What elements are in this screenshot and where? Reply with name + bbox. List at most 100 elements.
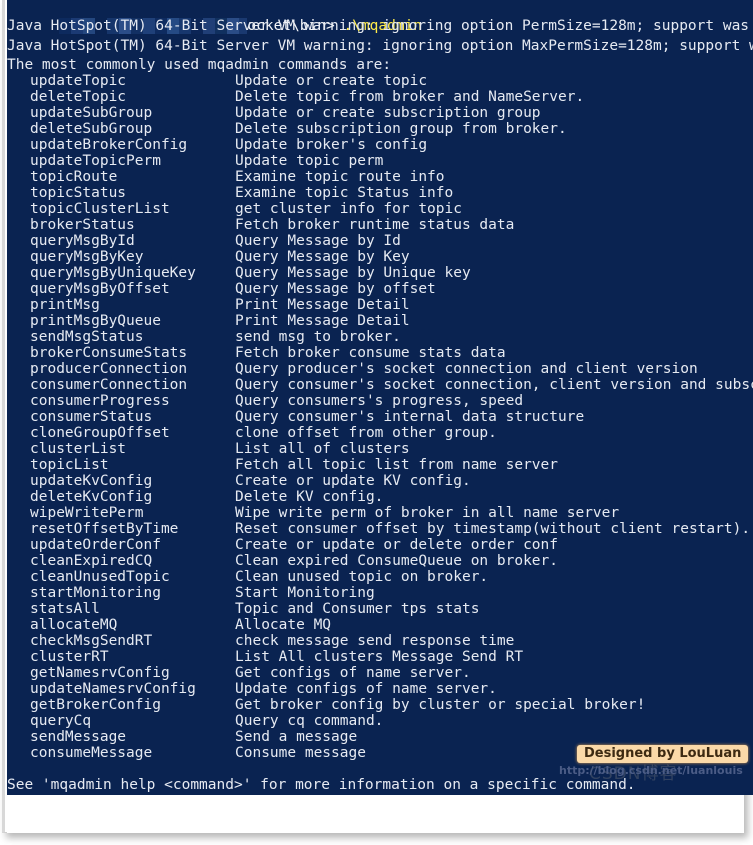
- command-description: Get broker config by cluster or special …: [235, 697, 646, 713]
- command-row: sendMsgStatus send msg to broker.: [7, 329, 401, 345]
- command-description: Allocate MQ: [235, 617, 332, 633]
- command-name: printMsg: [30, 297, 100, 313]
- command-name: sendMessage: [30, 729, 127, 745]
- command-description: Fetch broker runtime status data: [235, 217, 515, 233]
- command-description: Query consumers's progress, speed: [235, 393, 524, 409]
- command-row: sendMessage Send a message: [7, 729, 357, 745]
- prompt-line: ocket\bin> .\mqadmin: [7, 2, 422, 34]
- command-name: clusterRT: [30, 649, 109, 665]
- command-description: Clean expired ConsumeQueue on broker.: [235, 553, 559, 569]
- command-name: statsAll: [30, 601, 100, 617]
- command-description: Delete subscription group from broker.: [235, 121, 567, 137]
- command-name: deleteKvConfig: [30, 489, 153, 505]
- command-name: brokerStatus: [30, 217, 135, 233]
- command-row: producerConnection Query producer's socke…: [7, 361, 698, 377]
- command-row: startMonitoring Start Monitoring: [7, 585, 375, 601]
- command-name: queryCq: [30, 713, 92, 729]
- command-row: checkMsgSendRT check message send respons…: [7, 633, 514, 649]
- command-name: consumeMessage: [30, 745, 153, 761]
- command-description: get cluster info for topic: [235, 201, 462, 217]
- command-description: check message send response time: [235, 633, 515, 649]
- command-name: cloneGroupOffset: [30, 425, 170, 441]
- command-description: Wipe write perm of broker in all name se…: [235, 505, 620, 521]
- command-row: topicClusterList get cluster info for top…: [7, 201, 462, 217]
- command-description: Update broker's config: [235, 137, 428, 153]
- command-description: Update configs of name server.: [235, 681, 497, 697]
- command-description: Examine topic route info: [235, 169, 445, 185]
- command-row: clusterList List all of clusters: [7, 441, 410, 457]
- command-name: deleteSubGroup: [30, 121, 153, 137]
- command-description: Print Message Detail: [235, 313, 410, 329]
- command-row: updateTopic Update or create topic: [7, 73, 427, 89]
- command-name: queryMsgByUniqueKey: [30, 265, 196, 281]
- command-row: updateOrderConf Create or update or delet…: [7, 537, 558, 553]
- command-description: Update or create topic: [235, 73, 428, 89]
- command-description: Print Message Detail: [235, 297, 410, 313]
- command-row: clusterRT List All clusters Message Send …: [7, 649, 523, 665]
- command-description: Query consumer's socket connection, clie…: [235, 377, 753, 393]
- command-description: Reset consumer offset by timestamp(witho…: [235, 521, 751, 537]
- command-row: updateTopicPerm Update topic perm: [7, 153, 383, 169]
- command-description: clone offset from other group.: [235, 425, 497, 441]
- command-row: queryCq Query cq command.: [7, 713, 383, 729]
- command-description: Start Monitoring: [235, 585, 375, 601]
- command-name: queryMsgByOffset: [30, 281, 170, 297]
- command-row: resetOffsetByTime Reset consumer offset b…: [7, 521, 750, 537]
- command-name: clusterList: [30, 441, 127, 457]
- command-description: Examine topic Status info: [235, 185, 454, 201]
- watermark-badge: CSDN博客 Designed by LouLuan http://blog.c…: [559, 745, 749, 784]
- command-name: queryMsgByKey: [30, 249, 144, 265]
- command-row: brokerStatus Fetch broker runtime status …: [7, 217, 514, 233]
- command-name: topicRoute: [30, 169, 118, 185]
- command-name: topicList: [30, 457, 109, 473]
- command-name: getNamesrvConfig: [30, 665, 170, 681]
- command-description: List all of clusters: [235, 441, 410, 457]
- command-row: topicList Fetch all topic list from name …: [7, 457, 558, 473]
- command-name: topicStatus: [30, 185, 127, 201]
- command-row: cloneGroupOffset clone offset from other …: [7, 425, 497, 441]
- command-name: queryMsgById: [30, 233, 135, 249]
- command-description: Clean unused topic on broker.: [235, 569, 489, 585]
- command-row: queryMsgById Query Message by Id: [7, 233, 401, 249]
- command-description: Query Message by Key: [235, 249, 410, 265]
- command-row: wipeWritePerm Wipe write perm of broker i…: [7, 505, 619, 521]
- command-description: Query producer's socket connection and c…: [235, 361, 698, 377]
- command-row: updateNamesrvConfig Update configs of nam…: [7, 681, 497, 697]
- command-row: updateSubGroup Update or create subscript…: [7, 105, 541, 121]
- bottom-pane: [7, 795, 744, 833]
- command-row: topicStatus Examine topic Status info: [7, 185, 453, 201]
- command-description: send msg to broker.: [235, 329, 401, 345]
- command-name: updateTopicPerm: [30, 153, 161, 169]
- command-row: brokerConsumeStats Fetch broker consume s…: [7, 345, 506, 361]
- command-name: resetOffsetByTime: [30, 521, 179, 537]
- command-name: updateTopic: [30, 73, 127, 89]
- command-description: Consume message: [235, 745, 366, 761]
- watermark-url: http://blog.csdn.net/luanlouis: [559, 764, 743, 777]
- command-description: Delete topic from broker and NameServer.: [235, 89, 585, 105]
- command-name: allocateMQ: [30, 617, 118, 633]
- command-description: List All clusters Message Send RT: [235, 649, 524, 665]
- command-description: Query cq command.: [235, 713, 384, 729]
- command-name: cleanUnusedTopic: [30, 569, 170, 585]
- command-name: wipeWritePerm: [30, 505, 144, 521]
- command-row: topicRoute Examine topic route info: [7, 169, 445, 185]
- command-description: Get configs of name server.: [235, 665, 471, 681]
- command-name: cleanExpiredCQ: [30, 553, 153, 569]
- command-description: Query Message by Unique key: [235, 265, 471, 281]
- command-row: allocateMQ Allocate MQ: [7, 617, 331, 633]
- command-description: Create or update or delete order conf: [235, 537, 559, 553]
- command-row: printMsg Print Message Detail: [7, 297, 410, 313]
- command-description: Update or create subscription group: [235, 105, 541, 121]
- warning-line-2: Java HotSpot(TM) 64-Bit Server VM warnin…: [7, 38, 753, 54]
- command-name: producerConnection: [30, 361, 188, 377]
- command-name: updateSubGroup: [30, 105, 153, 121]
- terminal-console[interactable]: ocket\bin> .\mqadmin Java HotSpot(TM) 64…: [7, 0, 753, 795]
- command-row: updateKvConfig Create or update KV config…: [7, 473, 471, 489]
- command-description: Send a message: [235, 729, 358, 745]
- command-row: consumerProgress Query consumers's progre…: [7, 393, 523, 409]
- command-row: updateBrokerConfig Update broker's config: [7, 137, 427, 153]
- command-description: Topic and Consumer tps stats: [235, 601, 480, 617]
- command-description: Delete KV config.: [235, 489, 384, 505]
- command-description: Fetch broker consume stats data: [235, 345, 506, 361]
- command-row: deleteKvConfig Delete KV config.: [7, 489, 383, 505]
